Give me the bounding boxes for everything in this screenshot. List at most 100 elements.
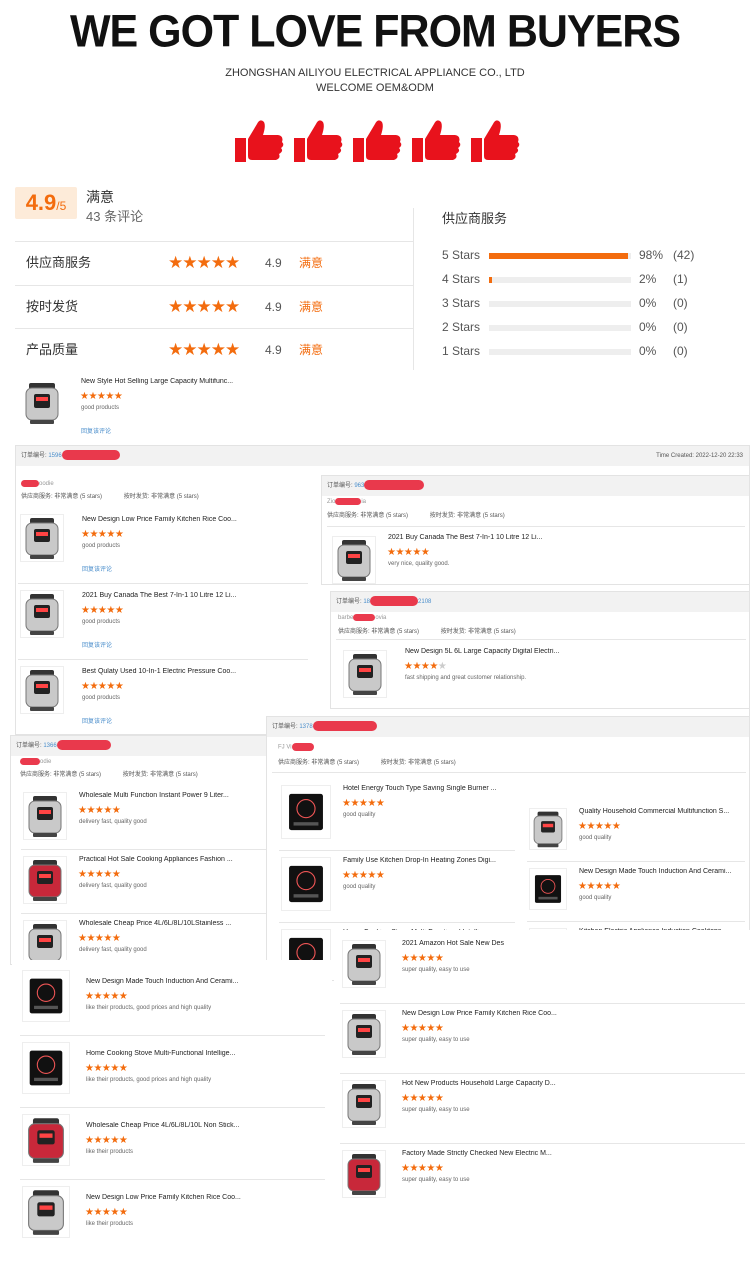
- review-comment: good quality: [579, 895, 612, 901]
- pressure-cooker-image: [343, 650, 387, 698]
- rating-stars: ★★★★★: [81, 529, 124, 540]
- satisfaction-label: 满意: [86, 189, 114, 205]
- thumbs-up-icon: [471, 120, 520, 162]
- review-item: New Design Low Price Family Kitchen Rice…: [16, 508, 321, 584]
- review-comment: good products: [82, 695, 121, 701]
- category-name: 产品质量: [26, 342, 79, 357]
- pressure-cooker-image: [20, 590, 64, 638]
- reply-link[interactable]: 回复该评论: [82, 716, 112, 725]
- review-comment: very nice, quality good.: [388, 561, 450, 567]
- pressure-cooker-image: [332, 536, 376, 584]
- pressure-cooker-image: [23, 792, 67, 840]
- review-item: New Design 5L 6L Large Capacity Digital …: [339, 644, 744, 704]
- distribution-row: 4 Stars 2% (1): [442, 269, 742, 289]
- review-comment: like their products, good prices and hig…: [86, 1077, 212, 1083]
- service-rating: 供应商服务: 非常满意 (5 stars) 按时发货: 非常满意 (5 star…: [21, 494, 199, 500]
- order-number[interactable]: 963: [354, 483, 364, 489]
- order-label: 订单编号:: [21, 453, 47, 459]
- review-comment: good products: [81, 405, 120, 411]
- product-name[interactable]: Best Qulaty Used 10-In-1 Electric Pressu…: [82, 668, 257, 675]
- product-name[interactable]: New Design Low Price Family Kitchen Rice…: [402, 1010, 577, 1017]
- rating-stars: ★★★★★: [401, 1023, 444, 1034]
- thumbs-up-icon: [353, 120, 402, 162]
- pressure-cooker-image: [529, 808, 567, 850]
- product-name[interactable]: New Design Made Touch Induction And Cera…: [86, 978, 261, 985]
- distribution-row: 2 Stars 0% (0): [442, 317, 742, 337]
- pressure-cooker-image: [20, 514, 64, 562]
- product-name[interactable]: New Style Hot Selling Large Capacity Mul…: [81, 378, 251, 385]
- distribution-bar: [489, 349, 631, 355]
- rating-stars: ★★★★★: [81, 605, 124, 616]
- order-panel: 订单编号: 18 2108 barbe ovia 供应商服务: 非常满意 (5 st…: [330, 591, 750, 709]
- star-label: 3 Stars: [442, 296, 481, 310]
- induction-cooker-image: [281, 857, 331, 911]
- category-value: 4.9: [265, 300, 282, 314]
- distribution-fill: [489, 277, 492, 283]
- product-name[interactable]: Home Cooking Stove Multi-Functional Inte…: [86, 1050, 261, 1057]
- category-value: 4.9: [265, 343, 282, 357]
- order-header: 订单编号: 18 2108: [331, 592, 749, 612]
- distribution-bar: [489, 253, 631, 259]
- order-label: 订单编号:: [327, 483, 353, 489]
- product-name[interactable]: Practical Hot Sale Cooking Appliances Fa…: [79, 856, 254, 863]
- distribution-percent: 98%: [639, 248, 664, 262]
- product-name[interactable]: Wholesale Cheap Price 4L/6L/8L/10LStainl…: [79, 920, 254, 927]
- review-count: 43 条评论: [86, 209, 144, 224]
- review-item: Hot New Products Household Large Capacit…: [338, 1074, 748, 1144]
- rating-stars: ★★★★★: [342, 798, 385, 809]
- distribution-count: (0): [673, 296, 688, 310]
- product-name[interactable]: New Design Made Touch Induction And Cera…: [579, 868, 750, 875]
- rating-stars: ★★★★★: [401, 953, 444, 964]
- category-row: 按时发货 ★★★★★ 4.9 满意: [15, 285, 413, 327]
- product-name[interactable]: 2021 Buy Canada The Best 7-In-1 10 Litre…: [82, 592, 257, 599]
- product-name[interactable]: New Design 5L 6L Large Capacity Digital …: [405, 648, 580, 655]
- order-header: 订单编号: 963: [322, 476, 749, 496]
- review-comment: like their products: [86, 1149, 134, 1155]
- review-comment: good quality: [343, 884, 376, 890]
- rating-stars: ★★★★★: [85, 1063, 128, 1074]
- rating-stars: ★★★★★: [80, 391, 123, 402]
- review-item: 2021 Buy Canada The Best 7-In-1 10 Litre…: [328, 530, 738, 584]
- product-name[interactable]: New Design Low Price Family Kitchen Rice…: [86, 1194, 261, 1201]
- product-name[interactable]: Factory Made Strictly Checked New Electr…: [402, 1150, 577, 1157]
- order-number[interactable]: 1378: [299, 724, 312, 730]
- order-number[interactable]: 1596: [48, 453, 61, 459]
- review-comment: good products: [82, 619, 121, 625]
- rating-stars: ★★★★★: [85, 991, 128, 1002]
- review-comment: good quality: [343, 812, 376, 818]
- order-number[interactable]: 18: [363, 599, 370, 605]
- review-item: New Design Low Price Family Kitchen Rice…: [338, 1004, 748, 1074]
- reply-link[interactable]: 回复该评论: [82, 564, 112, 573]
- reply-link[interactable]: 回复该评论: [81, 426, 111, 435]
- order-label: 订单编号:: [336, 599, 362, 605]
- product-name[interactable]: 2021 Amazon Hot Sale New Des: [402, 940, 577, 947]
- pressure-cooker-image: [20, 666, 64, 714]
- buyer-name: oodie: [39, 481, 54, 488]
- review-comment: fast shipping and great customer relatio…: [405, 675, 527, 681]
- order-number[interactable]: 1366: [43, 743, 56, 749]
- product-name[interactable]: Hot New Products Household Large Capacit…: [402, 1080, 577, 1087]
- thumbs-up-row: [233, 118, 521, 164]
- review-comment: delivery fast, quality good: [79, 883, 147, 889]
- order-panel: 订单编号: 963 Zio ia 供应商服务: 非常满意 (5 stars) 按时…: [321, 475, 750, 585]
- star-label: 4 Stars: [442, 272, 481, 286]
- review-comment: super quality, easy to use: [402, 1037, 470, 1043]
- category-mood: 满意: [299, 300, 324, 314]
- product-name[interactable]: Quality Household Commercial Multifuncti…: [579, 808, 750, 815]
- product-name[interactable]: Family Use Kitchen Drop-In Heating Zones…: [343, 857, 518, 864]
- reply-link[interactable]: 回复该评论: [82, 640, 112, 649]
- pressure-cooker-image: [22, 1186, 70, 1238]
- product-name[interactable]: New Design Low Price Family Kitchen Rice…: [82, 516, 257, 523]
- rating-stars: ★★★★★: [78, 869, 121, 880]
- distribution-row: 1 Stars 0% (0): [442, 341, 742, 361]
- product-name[interactable]: Hotel Energy Touch Type Saving Single Bu…: [343, 785, 518, 792]
- pressure-cooker-image: [342, 1080, 386, 1128]
- product-name[interactable]: Wholesale Cheap Price 4L/6L/8L/10L Non S…: [86, 1122, 261, 1129]
- distribution-bar: [489, 277, 631, 283]
- category-stars: ★★★★★: [168, 297, 240, 316]
- product-name[interactable]: Wholesale Multi Function Instant Power 9…: [79, 792, 254, 799]
- order-header: 订单编号: 1596 Time Created: 2022-12-20 22:3…: [16, 446, 749, 466]
- review-item: Family Use Kitchen Drop-In Heating Zones…: [277, 851, 517, 923]
- distribution-count: (1): [673, 272, 688, 286]
- product-name[interactable]: 2021 Buy Canada The Best 7-In-1 10 Litre…: [388, 534, 563, 541]
